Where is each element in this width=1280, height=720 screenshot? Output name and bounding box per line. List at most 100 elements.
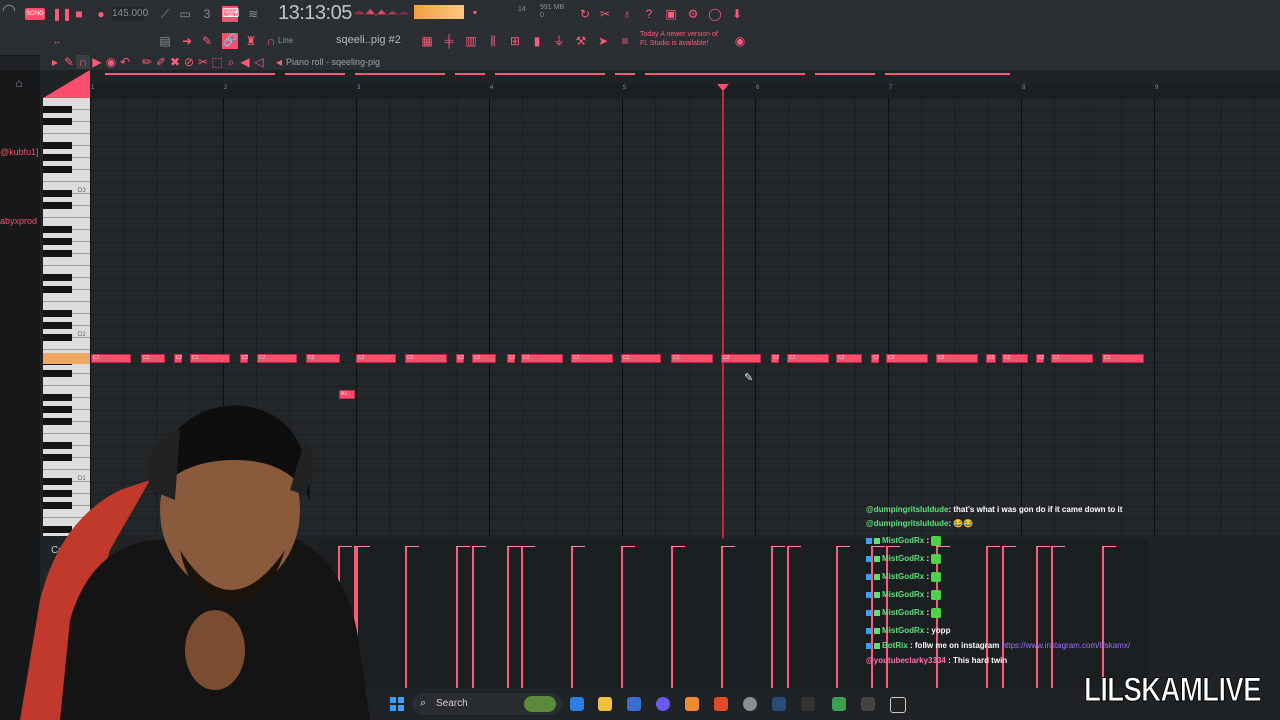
delete-icon[interactable]: ✖ — [168, 55, 182, 69]
black-key[interactable] — [43, 142, 72, 149]
note-c2[interactable]: C2 — [405, 354, 447, 363]
brave-icon[interactable] — [714, 697, 728, 711]
pattern-selector[interactable]: sqeeli..pig #2 — [336, 34, 401, 46]
black-key[interactable] — [43, 106, 72, 113]
black-key[interactable] — [43, 166, 72, 173]
note-c2[interactable]: C2 — [836, 354, 862, 363]
black-key[interactable] — [43, 322, 72, 329]
stop-icon[interactable]: ■ — [72, 7, 86, 21]
velocity-bar[interactable] — [472, 546, 486, 688]
note-c2[interactable]: C2 — [190, 354, 230, 363]
pencil-icon[interactable]: ✏ — [140, 55, 154, 69]
snap-arrow-icon[interactable]: ↔ — [50, 34, 64, 48]
magnet-snap-icon[interactable]: ∩ — [76, 55, 90, 69]
fl-studio-taskbar-icon[interactable] — [685, 697, 699, 711]
metronome-icon[interactable]: ⟋ — [158, 7, 172, 21]
mute-icon[interactable]: ⊘ — [182, 55, 196, 69]
note-c2[interactable]: C2 — [986, 354, 996, 363]
piano-roll-icon[interactable]: ▥ — [464, 34, 478, 48]
app-icon[interactable] — [861, 697, 875, 711]
plug-icon[interactable]: ⏚ — [552, 34, 566, 48]
cut-icon[interactable]: ✂ — [598, 7, 612, 21]
microphone-icon[interactable]: ♁ — [620, 7, 634, 21]
list-icon[interactable]: ≡ — [618, 34, 632, 48]
velocity-bar[interactable] — [405, 546, 419, 688]
note-c2[interactable]: C2 — [91, 354, 131, 363]
window-arrow-icon[interactable]: ◂ — [272, 55, 286, 69]
song-mode-button[interactable]: SONG — [25, 8, 45, 20]
note-c2[interactable]: C2 — [174, 354, 182, 363]
highlighted-key-c2[interactable] — [43, 353, 90, 364]
note-c2[interactable]: C2 — [306, 354, 340, 363]
pattern-overview-strip[interactable] — [105, 73, 1010, 76]
record-icon[interactable]: ● — [94, 7, 108, 21]
tempo-display[interactable]: 145.000 — [112, 7, 148, 21]
select-icon[interactable]: ⬚ — [210, 55, 224, 69]
velocity-bar[interactable] — [621, 546, 635, 688]
note-c2[interactable]: C2 — [871, 354, 879, 363]
black-key[interactable] — [43, 154, 72, 161]
velocity-bar[interactable] — [787, 546, 801, 688]
browser-icon[interactable]: ⊞ — [508, 34, 522, 48]
note-c2[interactable]: C2 — [521, 354, 563, 363]
speaker-icon[interactable]: ◁ — [252, 55, 266, 69]
channel-rack-icon[interactable]: ▦ — [420, 34, 434, 48]
velocity-bar[interactable] — [771, 546, 785, 688]
options-arrow-icon[interactable]: ▸ — [48, 55, 62, 69]
undo-icon[interactable]: ↻ — [578, 7, 592, 21]
record-dot-icon[interactable]: ▪ — [468, 5, 482, 19]
plugin-icon[interactable]: ⚙ — [686, 7, 700, 21]
note-c2[interactable]: C2 — [472, 354, 496, 363]
note-c2[interactable]: C2 — [257, 354, 297, 363]
file-explorer-icon[interactable] — [598, 697, 612, 711]
save-icon[interactable]: ▣ — [664, 7, 678, 21]
black-key[interactable] — [43, 250, 72, 257]
copilot-icon[interactable] — [570, 697, 584, 711]
note-c2[interactable]: C2 — [1102, 354, 1144, 363]
note-c2[interactable]: C2 — [671, 354, 713, 363]
note-c2[interactable]: C2 — [721, 354, 761, 363]
stamp-icon[interactable]: ♜ — [244, 34, 258, 48]
playback-icon[interactable]: ◀ — [238, 55, 252, 69]
widget-icon[interactable] — [524, 696, 556, 712]
wait-icon[interactable]: ▭ — [178, 7, 192, 21]
black-key[interactable] — [43, 310, 72, 317]
chat-link[interactable]: https://www.instagram.com/lilskamx/ — [1002, 641, 1130, 650]
black-key[interactable] — [43, 202, 72, 209]
playhead[interactable] — [722, 90, 724, 538]
sliders-icon[interactable]: ⫼ — [486, 34, 500, 48]
timeline-ruler[interactable]: 1 2 3 4 5 6 7 8 9 — [90, 84, 1280, 99]
note-c2[interactable]: C2 — [141, 354, 165, 363]
tools-icon[interactable]: ⚒ — [574, 34, 588, 48]
note-c2[interactable]: C2 — [621, 354, 661, 363]
snap-value[interactable]: Line — [278, 36, 293, 45]
note-c2[interactable]: C2 — [571, 354, 613, 363]
news-icon[interactable]: ◉ — [733, 34, 747, 48]
velocity-bar[interactable] — [571, 546, 585, 688]
undo-small-icon[interactable]: ↶ — [118, 55, 132, 69]
velocity-bar[interactable] — [836, 546, 850, 688]
slice-icon[interactable]: ✂ — [196, 55, 210, 69]
black-key[interactable] — [43, 238, 72, 245]
velocity-bar[interactable] — [521, 546, 535, 688]
fl-logo-icon[interactable]: ◠ — [2, 3, 16, 19]
black-key[interactable] — [43, 226, 72, 233]
countdown-icon[interactable]: 3 — [200, 7, 214, 21]
help-icon[interactable]: ? — [642, 7, 656, 21]
note-c2[interactable]: C2 — [456, 354, 464, 363]
black-key[interactable] — [43, 190, 72, 197]
update-notice[interactable]: Today A newer version of FL Studio is ava… — [640, 30, 730, 48]
note-c2[interactable]: C2 — [771, 354, 779, 363]
windows-start-icon[interactable] — [390, 697, 404, 711]
discord-icon[interactable] — [656, 697, 670, 711]
note-c2[interactable]: C2 — [936, 354, 978, 363]
chrome-icon[interactable] — [743, 697, 757, 711]
tool-pencil-icon[interactable]: ✎ — [62, 55, 76, 69]
download-icon[interactable]: ⬇ — [730, 7, 744, 21]
black-key[interactable] — [43, 274, 72, 281]
store-icon[interactable] — [627, 697, 641, 711]
velocity-bar[interactable] — [671, 546, 685, 688]
send-icon[interactable]: ➤ — [596, 34, 610, 48]
play-icon[interactable]: ▶ — [90, 55, 104, 69]
note-c2[interactable]: C2 — [507, 354, 515, 363]
